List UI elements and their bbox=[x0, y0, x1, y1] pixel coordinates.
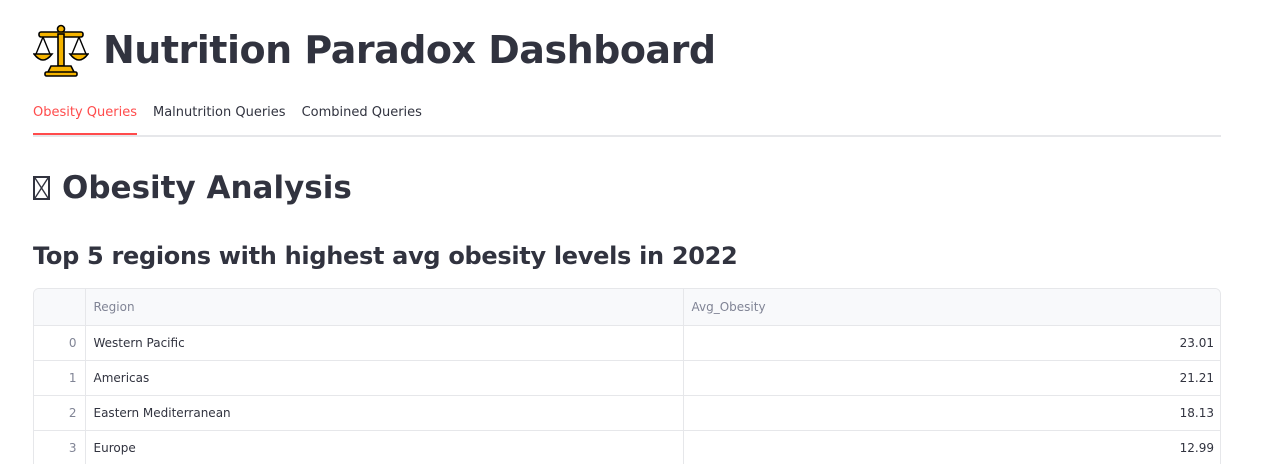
table-header-row: Region Avg_Obesity bbox=[34, 289, 1220, 326]
avg-obesity-cell[interactable]: 23.01 bbox=[683, 325, 1220, 361]
avg-obesity-cell[interactable]: 18.13 bbox=[683, 395, 1220, 431]
region-cell[interactable]: Eastern Mediterranean bbox=[85, 395, 684, 431]
row-index: 0 bbox=[34, 325, 86, 361]
region-cell[interactable]: Americas bbox=[85, 360, 684, 396]
missing-glyph-icon bbox=[33, 176, 50, 200]
row-index: 2 bbox=[34, 395, 86, 431]
region-cell[interactable]: Western Pacific bbox=[85, 325, 684, 361]
column-header-index[interactable] bbox=[34, 289, 86, 326]
row-index: 3 bbox=[34, 430, 86, 464]
tab-malnutrition-queries[interactable]: Malnutrition Queries bbox=[153, 95, 286, 133]
title-row: Nutrition Paradox Dashboard bbox=[32, 22, 716, 78]
app-page: Nutrition Paradox Dashboard Obesity Quer… bbox=[0, 0, 1275, 464]
avg-obesity-cell[interactable]: 21.21 bbox=[683, 360, 1220, 396]
column-header-region[interactable]: Region bbox=[85, 289, 684, 326]
tab-obesity-queries[interactable]: Obesity Queries bbox=[33, 95, 137, 135]
row-index: 1 bbox=[34, 360, 86, 396]
column-header-avg-obesity[interactable]: Avg_Obesity bbox=[683, 289, 1220, 326]
balance-scale-icon bbox=[32, 22, 90, 78]
table-row: 1 Americas 21.21 bbox=[34, 360, 1220, 396]
table-row: 2 Eastern Mediterranean 18.13 bbox=[34, 395, 1220, 431]
tab-bar: Obesity Queries Malnutrition Queries Com… bbox=[33, 95, 1221, 137]
query-title: Top 5 regions with highest avg obesity l… bbox=[33, 242, 738, 270]
page-title: Nutrition Paradox Dashboard bbox=[103, 28, 716, 72]
results-table[interactable]: Region Avg_Obesity 0 Western Pacific 23.… bbox=[33, 288, 1221, 464]
table-row: 0 Western Pacific 23.01 bbox=[34, 325, 1220, 361]
region-cell[interactable]: Europe bbox=[85, 430, 684, 464]
table-row: 3 Europe 12.99 bbox=[34, 430, 1220, 464]
tab-combined-queries[interactable]: Combined Queries bbox=[302, 95, 422, 133]
avg-obesity-cell[interactable]: 12.99 bbox=[683, 430, 1220, 464]
section-heading-text: Obesity Analysis bbox=[62, 170, 352, 206]
section-heading: Obesity Analysis bbox=[33, 166, 352, 210]
